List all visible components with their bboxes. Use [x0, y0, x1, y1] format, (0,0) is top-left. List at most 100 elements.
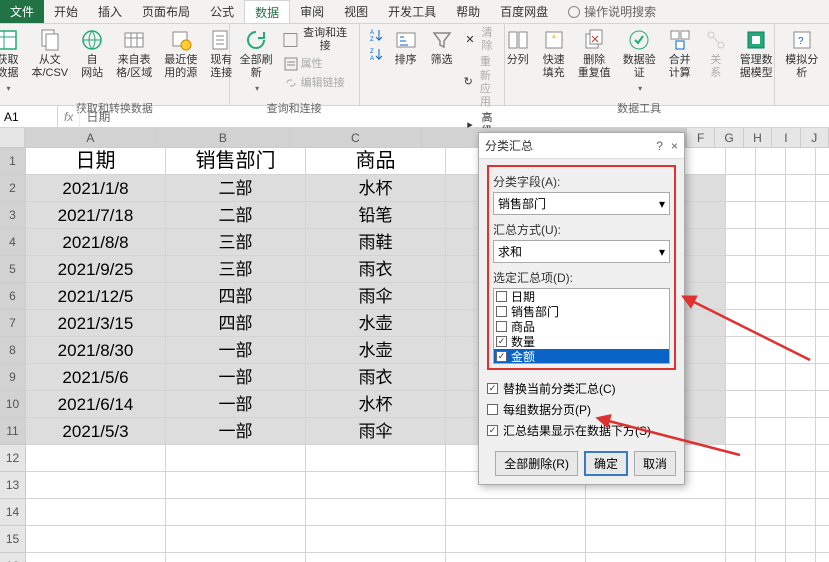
cell[interactable]: 三部: [166, 229, 306, 256]
list-item[interactable]: 金额: [494, 349, 669, 364]
subtotal-listbox[interactable]: 日期销售部门商品数量金额: [493, 288, 670, 364]
cell[interactable]: 一部: [166, 364, 306, 391]
cell[interactable]: 二部: [166, 175, 306, 202]
cell[interactable]: [446, 499, 586, 526]
cell[interactable]: [446, 553, 586, 562]
row-header[interactable]: 12: [0, 445, 26, 472]
cell[interactable]: [166, 499, 306, 526]
cell[interactable]: [726, 499, 756, 526]
column-header[interactable]: C: [290, 128, 422, 148]
cell[interactable]: [726, 364, 756, 391]
cell[interactable]: [756, 283, 786, 310]
cell[interactable]: 2021/8/8: [26, 229, 166, 256]
cell[interactable]: [786, 418, 816, 445]
cell[interactable]: 2021/3/15: [26, 310, 166, 337]
cell[interactable]: [26, 553, 166, 562]
cell[interactable]: [726, 526, 756, 553]
tab-help[interactable]: 帮助: [446, 0, 490, 23]
from-csv-button[interactable]: 从文 本/CSV: [27, 26, 72, 82]
fx-icon[interactable]: fx: [58, 106, 80, 127]
cell[interactable]: [726, 148, 756, 175]
cell[interactable]: [726, 283, 756, 310]
tab-baidu[interactable]: 百度网盘: [490, 0, 558, 23]
spreadsheet-grid[interactable]: ABCDEFGHIJ 12345678910111213141516 日期销售部…: [0, 128, 829, 562]
list-item[interactable]: 销售部门: [494, 304, 669, 319]
cell[interactable]: [166, 445, 306, 472]
cell[interactable]: [306, 445, 446, 472]
cell[interactable]: [726, 256, 756, 283]
cell[interactable]: [786, 553, 816, 562]
name-box[interactable]: A1: [0, 106, 58, 127]
cell[interactable]: [26, 472, 166, 499]
cell[interactable]: 2021/7/18: [26, 202, 166, 229]
list-item[interactable]: 日期: [494, 289, 669, 304]
tab-file[interactable]: 文件: [0, 0, 44, 23]
cell[interactable]: [786, 148, 816, 175]
cell[interactable]: [816, 148, 829, 175]
sort-za-button[interactable]: ZA: [366, 45, 386, 63]
cell[interactable]: [756, 499, 786, 526]
cell[interactable]: [756, 202, 786, 229]
cell[interactable]: [306, 472, 446, 499]
cell[interactable]: [756, 148, 786, 175]
dialog-titlebar[interactable]: 分类汇总 ? ×: [479, 133, 684, 159]
cell[interactable]: 2021/5/6: [26, 364, 166, 391]
cell[interactable]: [586, 499, 726, 526]
row-header[interactable]: 15: [0, 526, 26, 553]
row-header[interactable]: 14: [0, 499, 26, 526]
cell[interactable]: 水壶: [306, 337, 446, 364]
cell[interactable]: [816, 310, 829, 337]
data-model-button[interactable]: 管理数 据模型: [736, 26, 777, 82]
pagebreak-option[interactable]: 每组数据分页(P): [487, 399, 676, 420]
cell[interactable]: 三部: [166, 256, 306, 283]
recent-sources-button[interactable]: 最近使 用的源: [160, 26, 201, 82]
whatif-button[interactable]: ?模拟分析: [781, 26, 823, 82]
row-header[interactable]: 1: [0, 148, 26, 175]
cell[interactable]: 雨衣: [306, 364, 446, 391]
cell[interactable]: [816, 364, 829, 391]
row-header[interactable]: 7: [0, 310, 26, 337]
cell[interactable]: [786, 499, 816, 526]
list-item[interactable]: 数量: [494, 334, 669, 349]
cell[interactable]: [756, 364, 786, 391]
cell[interactable]: [726, 472, 756, 499]
cell[interactable]: [786, 364, 816, 391]
cell[interactable]: [816, 256, 829, 283]
cell[interactable]: 一部: [166, 391, 306, 418]
cell[interactable]: [726, 175, 756, 202]
get-data-button[interactable]: 获取数据: [0, 26, 23, 98]
cell[interactable]: 四部: [166, 310, 306, 337]
cell[interactable]: [816, 418, 829, 445]
sort-button[interactable]: 排序: [390, 26, 422, 69]
row-header[interactable]: 5: [0, 256, 26, 283]
cell[interactable]: [816, 391, 829, 418]
cell[interactable]: [786, 256, 816, 283]
ok-button[interactable]: 确定: [584, 451, 628, 476]
cell[interactable]: 2021/12/5: [26, 283, 166, 310]
row-header[interactable]: 11: [0, 418, 26, 445]
cell[interactable]: 2021/6/14: [26, 391, 166, 418]
cell[interactable]: [756, 310, 786, 337]
tab-insert[interactable]: 插入: [88, 0, 132, 23]
formula-input[interactable]: 日期: [80, 108, 829, 125]
row-header[interactable]: 4: [0, 229, 26, 256]
column-header[interactable]: B: [157, 128, 289, 148]
cell[interactable]: [786, 229, 816, 256]
tell-me[interactable]: 操作说明搜索: [558, 0, 666, 23]
below-option[interactable]: 汇总结果显示在数据下方(S): [487, 420, 676, 441]
cell[interactable]: [786, 283, 816, 310]
row-header[interactable]: 13: [0, 472, 26, 499]
sort-az-button[interactable]: AZ: [366, 26, 386, 44]
cell[interactable]: [786, 445, 816, 472]
cell[interactable]: [786, 472, 816, 499]
data-validation-button[interactable]: 数据验 证: [619, 26, 660, 98]
cell[interactable]: [816, 175, 829, 202]
cell[interactable]: [26, 526, 166, 553]
cell[interactable]: 水杯: [306, 175, 446, 202]
from-web-button[interactable]: 自 网站: [76, 26, 108, 82]
cell[interactable]: [306, 526, 446, 553]
row-header[interactable]: 2: [0, 175, 26, 202]
tab-review[interactable]: 审阅: [290, 0, 334, 23]
clear-filter-button[interactable]: ✕清除: [462, 26, 498, 54]
cell[interactable]: 铅笔: [306, 202, 446, 229]
